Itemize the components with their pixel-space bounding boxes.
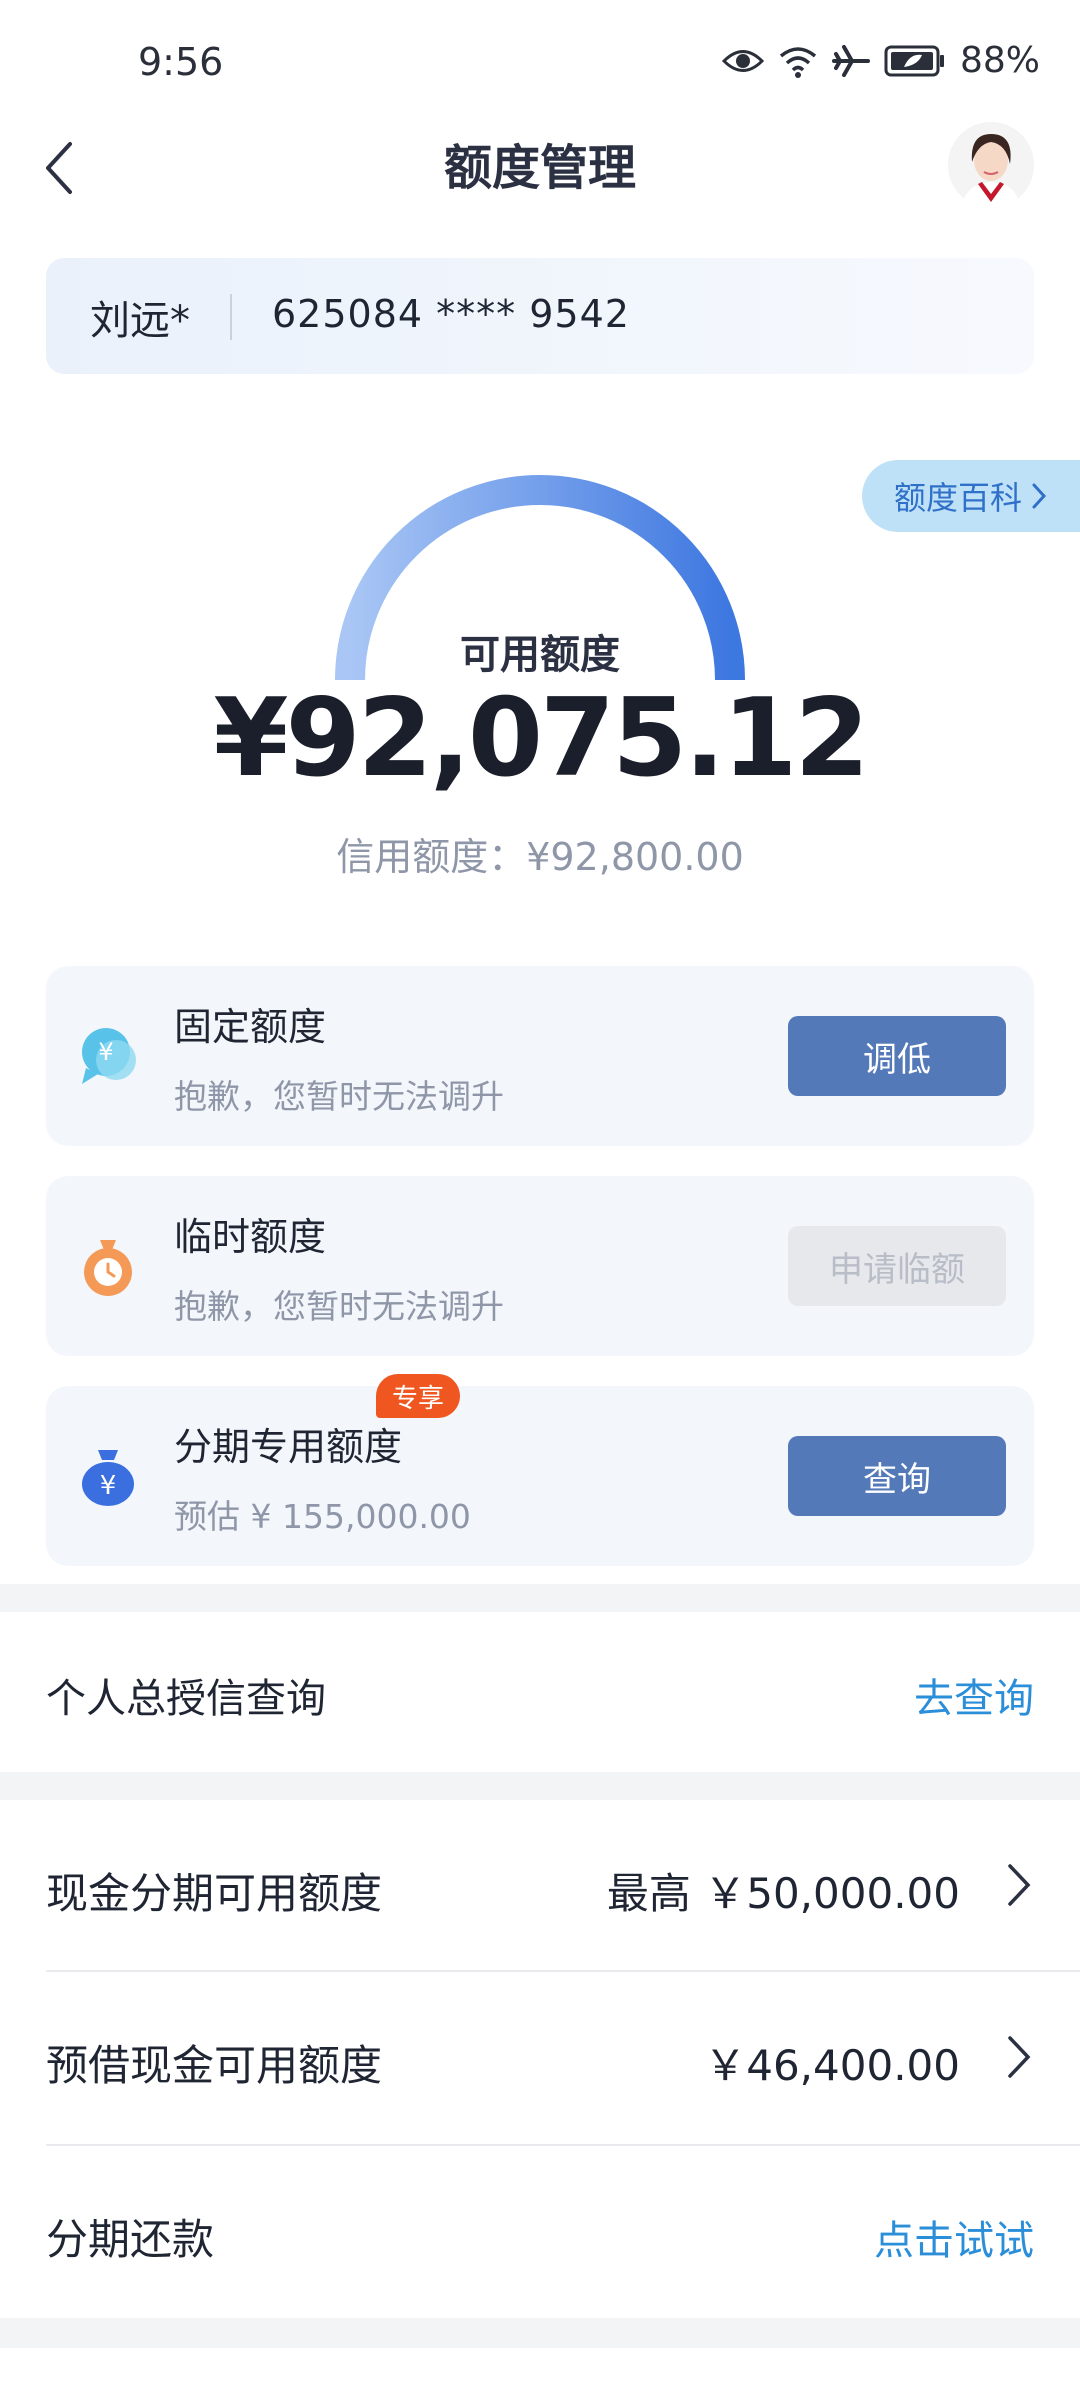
- avatar[interactable]: [948, 122, 1034, 208]
- card-subtitle: 抱歉，您暂时无法调升: [174, 1077, 504, 1116]
- card-subtitle: 预估 ¥ 155,000.00: [174, 1497, 471, 1536]
- money-bag-clock-icon: [84, 1240, 132, 1296]
- card-subtitle: 抱歉，您暂时无法调升: [174, 1287, 504, 1326]
- credit-query-label: 个人总授信查询: [46, 1676, 326, 1722]
- yen-chat-icon: ¥: [82, 1028, 136, 1084]
- card-title: 临时额度: [174, 1215, 327, 1259]
- limit-wiki-link[interactable]: 额度百科: [862, 460, 1080, 532]
- card-number: 625084 **** 9542: [272, 292, 630, 336]
- section-separator: [0, 2318, 1080, 2348]
- installment-repayment-link[interactable]: 点击试试: [874, 2208, 1034, 2266]
- chevron-right-icon: [1032, 483, 1047, 509]
- svg-text:¥: ¥: [100, 1471, 117, 1501]
- status-time: 9:56: [138, 40, 224, 84]
- installment-limit-card: 专享 ¥ 分期专用额度 预估 ¥ 155,000.00 查询: [46, 1374, 1034, 1566]
- installment-repayment-label: 分期还款: [46, 2215, 215, 2264]
- section-separator: [0, 1772, 1080, 1800]
- account-card: 刘远* 625084 **** 9542: [46, 258, 1034, 374]
- chevron-right-icon: [1008, 2036, 1031, 2078]
- fixed-limit-card: ¥ 固定额度 抱歉，您暂时无法调升 调低: [46, 966, 1034, 1146]
- eye-icon: [721, 49, 764, 72]
- section-separator: [0, 1584, 1080, 1612]
- cash-advance-label: 预借现金可用额度: [46, 2041, 383, 2090]
- cash-installment-value: 最高 ￥50,000.00: [606, 1869, 960, 1918]
- status-icons: 88%: [721, 40, 1040, 81]
- temporary-limit-card: 临时额度 抱歉，您暂时无法调升 申请临额: [46, 1176, 1034, 1356]
- query-installment-button[interactable]: 查询: [788, 1436, 1006, 1516]
- battery-icon: [884, 45, 944, 76]
- cash-advance-value: ￥46,400.00: [704, 2041, 960, 2090]
- battery-percent: 88%: [959, 40, 1040, 81]
- yen-bag-icon: ¥: [82, 1450, 134, 1506]
- card-title: 分期专用额度: [174, 1425, 403, 1469]
- chevron-right-icon: [1008, 1864, 1031, 1906]
- page-title: 额度管理: [443, 140, 636, 196]
- decrease-limit-button[interactable]: 调低: [788, 1016, 1006, 1096]
- card-title: 固定额度: [174, 1005, 327, 1049]
- cash-installment-label: 现金分期可用额度: [46, 1869, 383, 1918]
- available-limit-label: 可用额度: [460, 632, 620, 678]
- svg-text:¥: ¥: [98, 1038, 113, 1066]
- exclusive-tag: 专享: [376, 1374, 461, 1418]
- available-limit-amount: ¥92,075.12: [213, 676, 869, 801]
- apply-temporary-limit-button[interactable]: 申请临额: [788, 1226, 1006, 1306]
- credit-query-link[interactable]: 去查询: [914, 1666, 1034, 1724]
- credit-limit-text: 信用额度：¥92,800.00: [336, 835, 744, 879]
- wifi-icon: [779, 46, 817, 78]
- account-name: 刘远*: [90, 298, 190, 344]
- airplane-icon: [831, 44, 870, 77]
- limit-wiki-label: 额度百科: [893, 479, 1022, 517]
- account-divider: [230, 294, 232, 340]
